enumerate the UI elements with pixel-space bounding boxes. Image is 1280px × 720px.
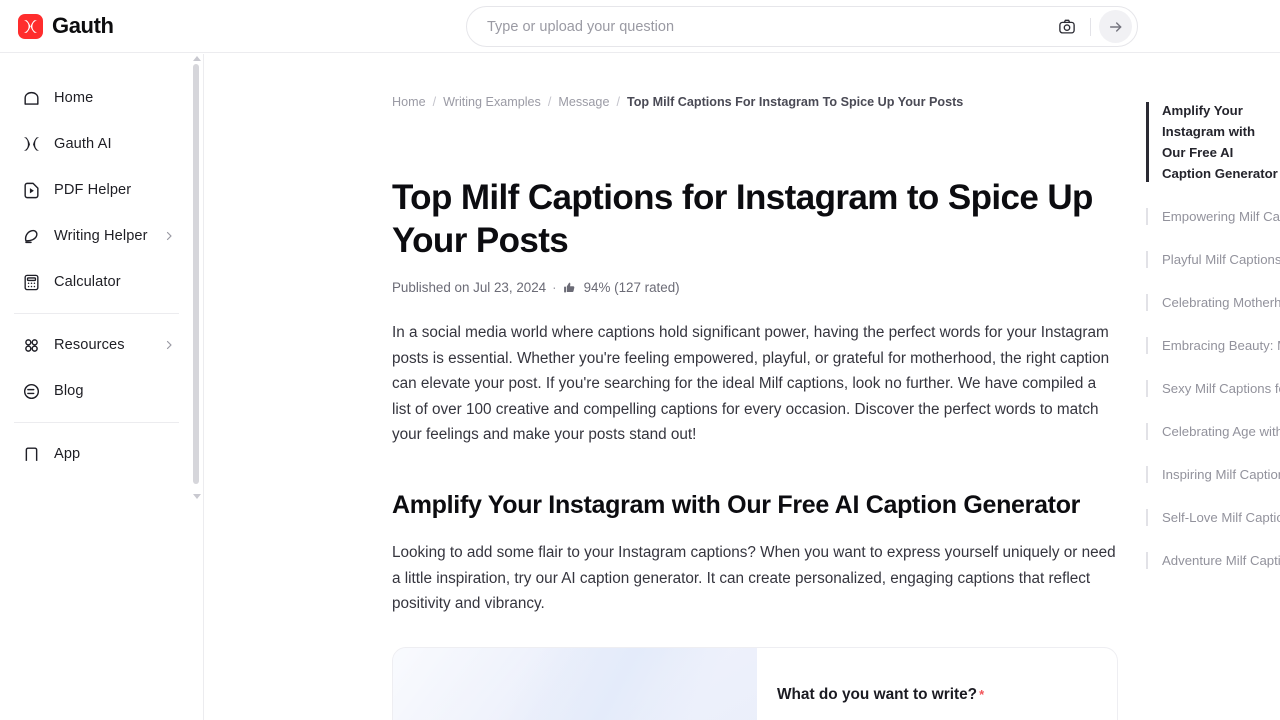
sidebar-scrollbar[interactable] [190,54,201,502]
page-title: Top Milf Captions for Instagram to Spice… [392,178,1093,260]
top-bar: Gauth [0,0,1280,53]
toc-item-label: Embracing Beauty: Milf Captions for Inst… [1162,338,1280,353]
search-submit-button[interactable] [1099,10,1132,43]
breadcrumb-item-message[interactable]: Message [558,95,609,109]
toc-item-label: Sexy Milf Captions for Instagram [1162,381,1280,396]
toc-item[interactable]: Self-Love Milf Captions for Instagram [1146,507,1280,528]
writer-card-question-label: What do you want to write? * [777,686,1087,704]
table-of-contents: Amplify Your Instagram with Our Free AI … [1146,54,1280,720]
gauth-x-icon [18,13,43,39]
toc-item[interactable]: Inspiring Milf Captions for Instagram [1146,464,1280,485]
camera-icon[interactable] [1052,12,1082,42]
chevron-right-icon [163,230,175,242]
sidebar-item-writing-helper[interactable]: Writing Helper [14,216,181,256]
scroll-down-arrow-icon[interactable] [193,494,201,499]
sidebar-item-label: Gauth AI [54,136,112,152]
section-paragraph: Looking to add some flair to your Instag… [392,543,1116,613]
brand-name: Gauth [52,13,114,38]
toc-item-label: Celebrating Motherhood: Milf Captions fo… [1162,295,1280,310]
toc-item-label: Amplify Your Instagram with Our Free AI … [1162,103,1278,181]
breadcrumb-item-home[interactable]: Home [392,95,426,109]
breadcrumb-separator: / [432,95,437,109]
breadcrumb-separator: / [547,95,552,109]
sidebar-scrollbar-thumb[interactable] [193,64,199,484]
sidebar-item-calculator[interactable]: Calculator [14,262,181,302]
toc-item[interactable]: Empowering Milf Captions for Instagram [1146,206,1280,227]
article-meta: Published on Jul 23, 2024 · 94% (127 rat… [392,280,1118,295]
calculator-icon [20,271,42,293]
pen-icon [20,225,42,247]
toc-item[interactable]: Celebrating Motherhood: Milf Captions fo… [1146,292,1280,313]
left-sidebar: Home Gauth AI PDF Helper Writing Helper … [0,54,204,720]
toc-item-label: Inspiring Milf Captions for Instagram [1162,467,1280,482]
search-input[interactable] [467,18,1052,35]
toc-item-label: Celebrating Age with Milf Captions for I… [1162,424,1280,439]
meta-separator: · [552,280,557,295]
main-content: Home / Writing Examples / Message / Top … [204,54,1146,720]
published-date: Published on Jul 23, 2024 [392,280,547,295]
toc-item[interactable]: Celebrating Age with Milf Captions for I… [1146,421,1280,442]
home-icon [20,87,42,109]
toc-item[interactable]: Playful Milf Captions for Instagram [1146,249,1280,270]
toc-item-label: Adventure Milf Captions for Instagram [1162,553,1280,568]
sidebar-item-label: Blog [54,383,84,399]
sidebar-scroll-area: Home Gauth AI PDF Helper Writing Helper … [0,54,193,502]
search-divider [1090,17,1091,36]
sidebar-item-home[interactable]: Home [14,78,181,118]
sidebar-item-label: Home [54,90,94,106]
gauth-ai-icon [20,133,42,155]
toc-item[interactable]: Amplify Your Instagram with Our Free AI … [1146,100,1280,184]
article-intro: In a social media world where captions h… [392,324,1110,444]
toc-item[interactable]: Sexy Milf Captions for Instagram [1146,378,1280,399]
sidebar-item-gauth-ai[interactable]: Gauth AI [14,124,181,164]
sidebar-item-label: Calculator [54,274,121,290]
pdf-helper-icon [20,179,42,201]
toc-item-label: Empowering Milf Captions for Instagram [1162,209,1280,224]
grid-dots-icon [20,334,42,356]
blog-icon [20,380,42,402]
sidebar-item-resources[interactable]: Resources [14,325,181,365]
search-bar[interactable] [466,6,1138,47]
scroll-up-arrow-icon[interactable] [193,56,201,61]
writer-card-form: What do you want to write? * [757,648,1117,720]
section-heading: Amplify Your Instagram with Our Free AI … [392,490,1081,519]
brand-logo[interactable]: Gauth [18,13,114,39]
breadcrumb-item-writing-examples[interactable]: Writing Examples [443,95,541,109]
app-icon [20,443,42,465]
sidebar-item-label: PDF Helper [54,182,132,198]
required-asterisk: * [979,686,985,702]
writer-card-question-text: What do you want to write? [777,685,978,703]
toc-item-label: Playful Milf Captions for Instagram [1162,252,1280,267]
rating-value: 94% (127 rated) [583,280,680,295]
toc-item-label: Self-Love Milf Captions for Instagram [1162,510,1280,525]
toc-item[interactable]: Adventure Milf Captions for Instagram [1146,550,1280,571]
sidebar-item-blog[interactable]: Blog [14,371,181,411]
chevron-right-icon [163,339,175,351]
writer-card-illustration [393,647,757,720]
breadcrumb-separator: / [616,95,620,109]
breadcrumb-current: Top Milf Captions For Instagram To Spice… [626,95,964,109]
writer-card: What do you want to write? * [392,646,1118,720]
sidebar-divider-2 [14,422,179,423]
breadcrumb: Home / Writing Examples / Message / Top … [392,95,963,109]
sidebar-item-label: Resources [54,337,125,353]
sidebar-item-label: Writing Helper [54,228,148,244]
sidebar-item-pdf-helper[interactable]: PDF Helper [14,170,181,210]
sidebar-divider-1 [14,313,179,314]
toc-item[interactable]: Embracing Beauty: Milf Captions for Inst… [1146,335,1280,356]
sidebar-item-app[interactable]: App [14,434,181,474]
article: Top Milf Captions for Instagram to Spice… [392,114,1118,720]
sidebar-item-label: App [54,446,81,462]
thumbs-up-icon [563,281,576,294]
